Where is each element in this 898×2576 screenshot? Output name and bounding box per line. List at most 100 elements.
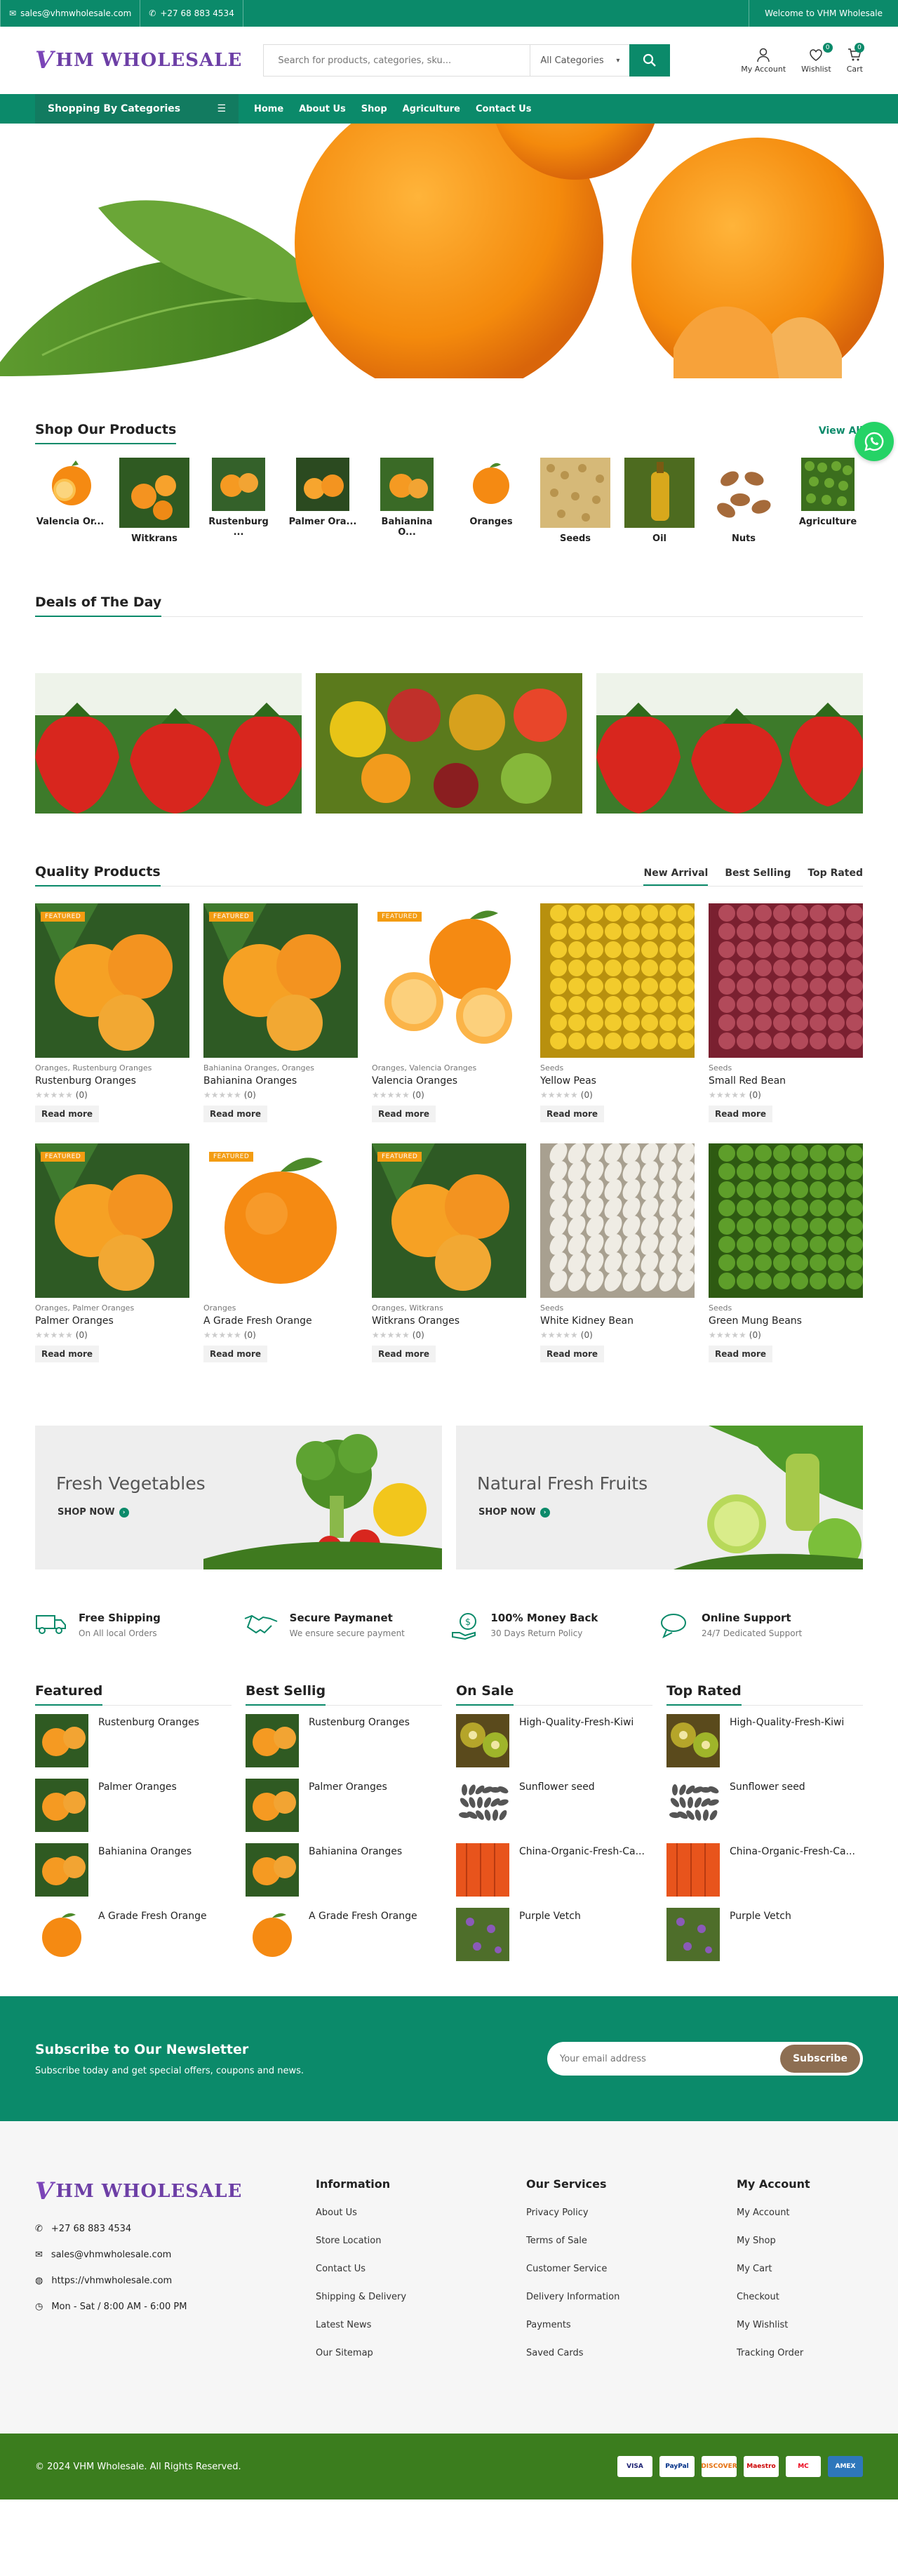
- footer-email[interactable]: ✉ sales@vhmwholesale.com: [35, 2250, 316, 2260]
- product-name[interactable]: Bahianina Oranges: [203, 1075, 358, 1087]
- product-name[interactable]: Yellow Peas: [540, 1075, 695, 1087]
- category-select[interactable]: All Categories ▾: [530, 45, 629, 76]
- read-more-button[interactable]: Read more: [203, 1106, 268, 1122]
- product-name[interactable]: Witkrans Oranges: [372, 1315, 526, 1327]
- list-item-image[interactable]: [666, 1714, 720, 1767]
- read-more-button[interactable]: Read more: [540, 1346, 605, 1362]
- list-item-image[interactable]: [456, 1714, 509, 1767]
- nav-shop[interactable]: Shop: [361, 104, 387, 114]
- product-card[interactable]: FEATURED Oranges, Witkrans Witkrans Orange…: [372, 1143, 526, 1362]
- list-item-image[interactable]: [456, 1843, 509, 1897]
- list-item-image[interactable]: [35, 1908, 88, 1961]
- category-item[interactable]: Valencia Or...: [35, 458, 105, 527]
- category-item[interactable]: Agriculture: [793, 458, 863, 527]
- product-name[interactable]: White Kidney Bean: [540, 1315, 695, 1327]
- footer-link[interactable]: Payments: [526, 2320, 737, 2330]
- product-categories[interactable]: Oranges, Rustenburg Oranges: [35, 1063, 189, 1073]
- hero-banner[interactable]: [0, 124, 898, 378]
- read-more-button[interactable]: Read more: [709, 1106, 773, 1122]
- category-item[interactable]: Nuts: [709, 458, 779, 544]
- footer-phone[interactable]: ✆ +27 68 883 4534: [35, 2224, 316, 2234]
- footer-link[interactable]: Contact Us: [316, 2264, 526, 2274]
- list-item-name[interactable]: A Grade Fresh Orange: [98, 1911, 232, 1963]
- product-card[interactable]: FEATURED Oranges, Rustenburg Oranges Ruste…: [35, 903, 189, 1122]
- product-image[interactable]: [709, 903, 863, 1058]
- product-image[interactable]: FEATURED: [203, 903, 358, 1058]
- category-item[interactable]: Palmer Ora...: [288, 458, 358, 527]
- nav-about[interactable]: About Us: [299, 104, 346, 114]
- categories-button[interactable]: Shopping By Categories ☰: [35, 94, 239, 124]
- list-item-name[interactable]: Palmer Oranges: [309, 1781, 442, 1833]
- nav-contact[interactable]: Contact Us: [476, 104, 531, 114]
- list-item[interactable]: Palmer Oranges: [35, 1779, 232, 1833]
- product-categories[interactable]: Seeds: [709, 1063, 863, 1073]
- category-item[interactable]: Seeds: [540, 458, 610, 544]
- subscribe-button[interactable]: Subscribe: [780, 2045, 860, 2073]
- product-categories[interactable]: Bahianina Oranges, Oranges: [203, 1063, 358, 1073]
- category-item[interactable]: Rustenburg ...: [203, 458, 274, 538]
- list-item[interactable]: Sunflower seed: [666, 1779, 863, 1833]
- product-image[interactable]: [540, 1143, 695, 1298]
- footer-link[interactable]: Saved Cards: [526, 2348, 737, 2358]
- product-name[interactable]: Green Mung Beans: [709, 1315, 863, 1327]
- list-item-image[interactable]: [246, 1714, 299, 1767]
- list-item-name[interactable]: High-Quality-Fresh-Kiwi: [730, 1717, 863, 1769]
- list-item[interactable]: Purple Vetch: [666, 1908, 863, 1963]
- footer-link[interactable]: My Shop: [737, 2236, 863, 2246]
- product-card[interactable]: FEATURED Bahianina Oranges, Oranges Bahian…: [203, 903, 358, 1122]
- product-card[interactable]: Seeds Green Mung Beans ★★★★★ (0) Read more: [709, 1143, 863, 1362]
- list-item-name[interactable]: Purple Vetch: [730, 1911, 863, 1963]
- newsletter-email-input[interactable]: [560, 2053, 781, 2064]
- list-item-name[interactable]: Sunflower seed: [519, 1781, 652, 1833]
- list-item[interactable]: Rustenburg Oranges: [246, 1714, 442, 1769]
- tab-best-selling[interactable]: Best Selling: [725, 868, 791, 886]
- footer-link[interactable]: Tracking Order: [737, 2348, 863, 2358]
- product-name[interactable]: Rustenburg Oranges: [35, 1075, 189, 1087]
- list-item[interactable]: A Grade Fresh Orange: [35, 1908, 232, 1963]
- read-more-button[interactable]: Read more: [35, 1346, 100, 1362]
- list-item-image[interactable]: [246, 1843, 299, 1897]
- product-name[interactable]: Small Red Bean: [709, 1075, 863, 1087]
- list-item-image[interactable]: [246, 1779, 299, 1832]
- list-item-name[interactable]: Rustenburg Oranges: [98, 1717, 232, 1769]
- site-logo[interactable]: V HM WHOLESALE: [35, 46, 242, 74]
- read-more-button[interactable]: Read more: [709, 1346, 773, 1362]
- footer-link[interactable]: Delivery Information: [526, 2292, 737, 2302]
- list-item-name[interactable]: High-Quality-Fresh-Kiwi: [519, 1717, 652, 1769]
- product-categories[interactable]: Oranges, Witkrans: [372, 1303, 526, 1313]
- footer-link[interactable]: About Us: [316, 2207, 526, 2218]
- whatsapp-button[interactable]: [855, 422, 894, 461]
- footer-link[interactable]: Customer Service: [526, 2264, 737, 2274]
- list-item-name[interactable]: Bahianina Oranges: [309, 1846, 442, 1898]
- wishlist-link[interactable]: 0 Wishlist: [801, 43, 833, 74]
- list-item[interactable]: Palmer Oranges: [246, 1779, 442, 1833]
- read-more-button[interactable]: Read more: [540, 1106, 605, 1122]
- list-item-image[interactable]: [35, 1714, 88, 1767]
- product-card[interactable]: FEATURED Oranges A Grade Fresh Orange ★★★★★…: [203, 1143, 358, 1362]
- list-item[interactable]: High-Quality-Fresh-Kiwi: [456, 1714, 652, 1769]
- product-card[interactable]: FEATURED Oranges, Palmer Oranges Palmer Or…: [35, 1143, 189, 1362]
- list-item-image[interactable]: [35, 1843, 88, 1897]
- promo-fruits[interactable]: Natural Fresh Fruits SHOP NOW ›: [456, 1426, 863, 1569]
- product-categories[interactable]: Seeds: [709, 1303, 863, 1313]
- promo-vegetables[interactable]: Fresh Vegetables SHOP NOW ›: [35, 1426, 442, 1569]
- read-more-button[interactable]: Read more: [203, 1346, 268, 1362]
- shop-now-link[interactable]: SHOP NOW ›: [478, 1507, 550, 1518]
- search-button[interactable]: [629, 44, 671, 77]
- footer-link[interactable]: Privacy Policy: [526, 2207, 737, 2218]
- product-categories[interactable]: Seeds: [540, 1063, 695, 1073]
- list-item-name[interactable]: Palmer Oranges: [98, 1781, 232, 1833]
- footer-link[interactable]: Our Sitemap: [316, 2348, 526, 2358]
- list-item[interactable]: Bahianina Oranges: [246, 1843, 442, 1898]
- footer-link[interactable]: Shipping & Delivery: [316, 2292, 526, 2302]
- list-item[interactable]: High-Quality-Fresh-Kiwi: [666, 1714, 863, 1769]
- cart-link[interactable]: 0 Cart: [847, 43, 864, 74]
- product-name[interactable]: A Grade Fresh Orange: [203, 1315, 358, 1327]
- product-categories[interactable]: Seeds: [540, 1303, 695, 1313]
- product-image[interactable]: FEATURED: [35, 903, 189, 1058]
- footer-link[interactable]: Store Location: [316, 2236, 526, 2246]
- search-input[interactable]: [264, 45, 530, 76]
- product-image[interactable]: FEATURED: [203, 1143, 358, 1298]
- list-item-name[interactable]: Sunflower seed: [730, 1781, 863, 1833]
- product-image[interactable]: [540, 903, 695, 1058]
